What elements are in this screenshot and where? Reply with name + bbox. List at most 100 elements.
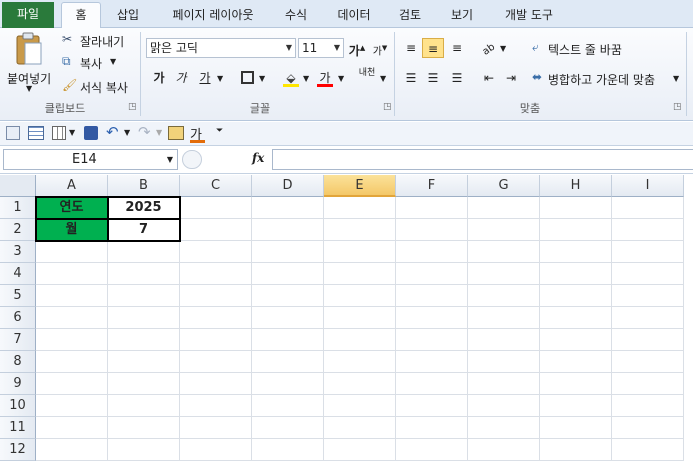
cell-i12[interactable]: [612, 439, 684, 461]
cell-a8[interactable]: [36, 351, 108, 373]
tab-page-layout[interactable]: 페이지 레이아웃: [158, 3, 268, 28]
cell-a11[interactable]: [36, 417, 108, 439]
chevron-down-icon[interactable]: ▼: [217, 74, 223, 83]
chevron-down-icon[interactable]: ▼: [259, 74, 265, 83]
align-bottom-button[interactable]: ≡: [446, 38, 468, 58]
cell-g4[interactable]: [468, 263, 540, 285]
tab-review[interactable]: 검토: [388, 3, 432, 28]
decrease-indent-button[interactable]: ⇤: [478, 68, 500, 88]
cell-i10[interactable]: [612, 395, 684, 417]
cell-e2[interactable]: [324, 219, 396, 241]
format-painter-button[interactable]: 🖌 서식 복사: [62, 78, 134, 96]
column-header-h[interactable]: H: [540, 175, 612, 197]
cell-c6[interactable]: [180, 307, 252, 329]
worksheet-grid[interactable]: ABCDEFGHI 1 2 3 4 5 6 7 8 9 10 11 12 연도 2025 월 7: [0, 175, 693, 471]
cell-h12[interactable]: [540, 439, 612, 461]
cell-a3[interactable]: [36, 241, 108, 263]
cell-g1[interactable]: [468, 197, 540, 219]
cell-h10[interactable]: [540, 395, 612, 417]
font-color-button[interactable]: 가: [314, 68, 336, 88]
cell-f3[interactable]: [396, 241, 468, 263]
cell-h9[interactable]: [540, 373, 612, 395]
row-header-12[interactable]: 12: [0, 439, 36, 461]
cell-a5[interactable]: [36, 285, 108, 307]
redo-icon[interactable]: ↷: [138, 123, 151, 141]
cell-f12[interactable]: [396, 439, 468, 461]
cell-g2[interactable]: [468, 219, 540, 241]
paste-button[interactable]: 붙여넣기 ▼: [4, 30, 54, 94]
align-right-button[interactable]: ☰: [446, 68, 468, 88]
tab-file[interactable]: 파일: [2, 2, 54, 28]
cell-d9[interactable]: [252, 373, 324, 395]
dialog-launcher-icon[interactable]: ◳: [128, 102, 137, 112]
cell-e10[interactable]: [324, 395, 396, 417]
column-header-e[interactable]: E: [324, 175, 396, 197]
orientation-button[interactable]: ab: [478, 38, 500, 58]
cell-e7[interactable]: [324, 329, 396, 351]
cell-d3[interactable]: [252, 241, 324, 263]
cell-d10[interactable]: [252, 395, 324, 417]
cell-b11[interactable]: [108, 417, 180, 439]
chevron-down-icon[interactable]: ▼: [303, 74, 309, 83]
cell-f6[interactable]: [396, 307, 468, 329]
copy-button[interactable]: ⧉ 복사 ▼: [62, 54, 134, 72]
cell-c5[interactable]: [180, 285, 252, 307]
cell-c8[interactable]: [180, 351, 252, 373]
cell-i8[interactable]: [612, 351, 684, 373]
cell-e12[interactable]: [324, 439, 396, 461]
cell-f2[interactable]: [396, 219, 468, 241]
cell-b9[interactable]: [108, 373, 180, 395]
cell-e1[interactable]: [324, 197, 396, 219]
cell-e5[interactable]: [324, 285, 396, 307]
cell-c4[interactable]: [180, 263, 252, 285]
cell-i3[interactable]: [612, 241, 684, 263]
tab-view[interactable]: 보기: [440, 3, 484, 28]
save-icon[interactable]: [84, 126, 98, 140]
row-header-8[interactable]: 8: [0, 351, 36, 373]
table-icon[interactable]: [28, 126, 44, 140]
cell-b8[interactable]: [108, 351, 180, 373]
cell-d4[interactable]: [252, 263, 324, 285]
cell-i11[interactable]: [612, 417, 684, 439]
cell-g3[interactable]: [468, 241, 540, 263]
row-header-6[interactable]: 6: [0, 307, 36, 329]
cell-e4[interactable]: [324, 263, 396, 285]
cell-c3[interactable]: [180, 241, 252, 263]
chevron-down-icon[interactable]: ▼: [124, 128, 130, 137]
cell-c9[interactable]: [180, 373, 252, 395]
customize-qat-icon[interactable]: ⏷: [216, 126, 223, 136]
cell-d6[interactable]: [252, 307, 324, 329]
underline-button[interactable]: 가: [194, 68, 216, 88]
row-header-7[interactable]: 7: [0, 329, 36, 351]
formula-input[interactable]: [272, 149, 693, 170]
column-header-i[interactable]: I: [612, 175, 684, 197]
column-header-g[interactable]: G: [468, 175, 540, 197]
column-header-b[interactable]: B: [108, 175, 180, 197]
chevron-down-icon[interactable]: ▼: [338, 74, 344, 83]
cell-h11[interactable]: [540, 417, 612, 439]
tab-home[interactable]: 홈: [61, 2, 101, 28]
insert-function-button[interactable]: fx: [252, 151, 264, 165]
cell-g6[interactable]: [468, 307, 540, 329]
row-header-1[interactable]: 1: [0, 197, 36, 219]
borders-button[interactable]: [236, 68, 258, 88]
column-header-c[interactable]: C: [180, 175, 252, 197]
cell-f11[interactable]: [396, 417, 468, 439]
cell-f8[interactable]: [396, 351, 468, 373]
cell-a6[interactable]: [36, 307, 108, 329]
dialog-launcher-icon[interactable]: ◳: [383, 102, 392, 112]
row-header-4[interactable]: 4: [0, 263, 36, 285]
cell-h7[interactable]: [540, 329, 612, 351]
cell-i2[interactable]: [612, 219, 684, 241]
cell-e6[interactable]: [324, 307, 396, 329]
row-header-11[interactable]: 11: [0, 417, 36, 439]
chevron-down-icon[interactable]: ▼: [156, 128, 162, 137]
fill-color-button[interactable]: ⬙: [280, 68, 302, 88]
chevron-down-icon[interactable]: ▼: [500, 44, 506, 53]
cell-e9[interactable]: [324, 373, 396, 395]
cell-f7[interactable]: [396, 329, 468, 351]
cell-b4[interactable]: [108, 263, 180, 285]
cell-g11[interactable]: [468, 417, 540, 439]
cell-a10[interactable]: [36, 395, 108, 417]
cell-i7[interactable]: [612, 329, 684, 351]
